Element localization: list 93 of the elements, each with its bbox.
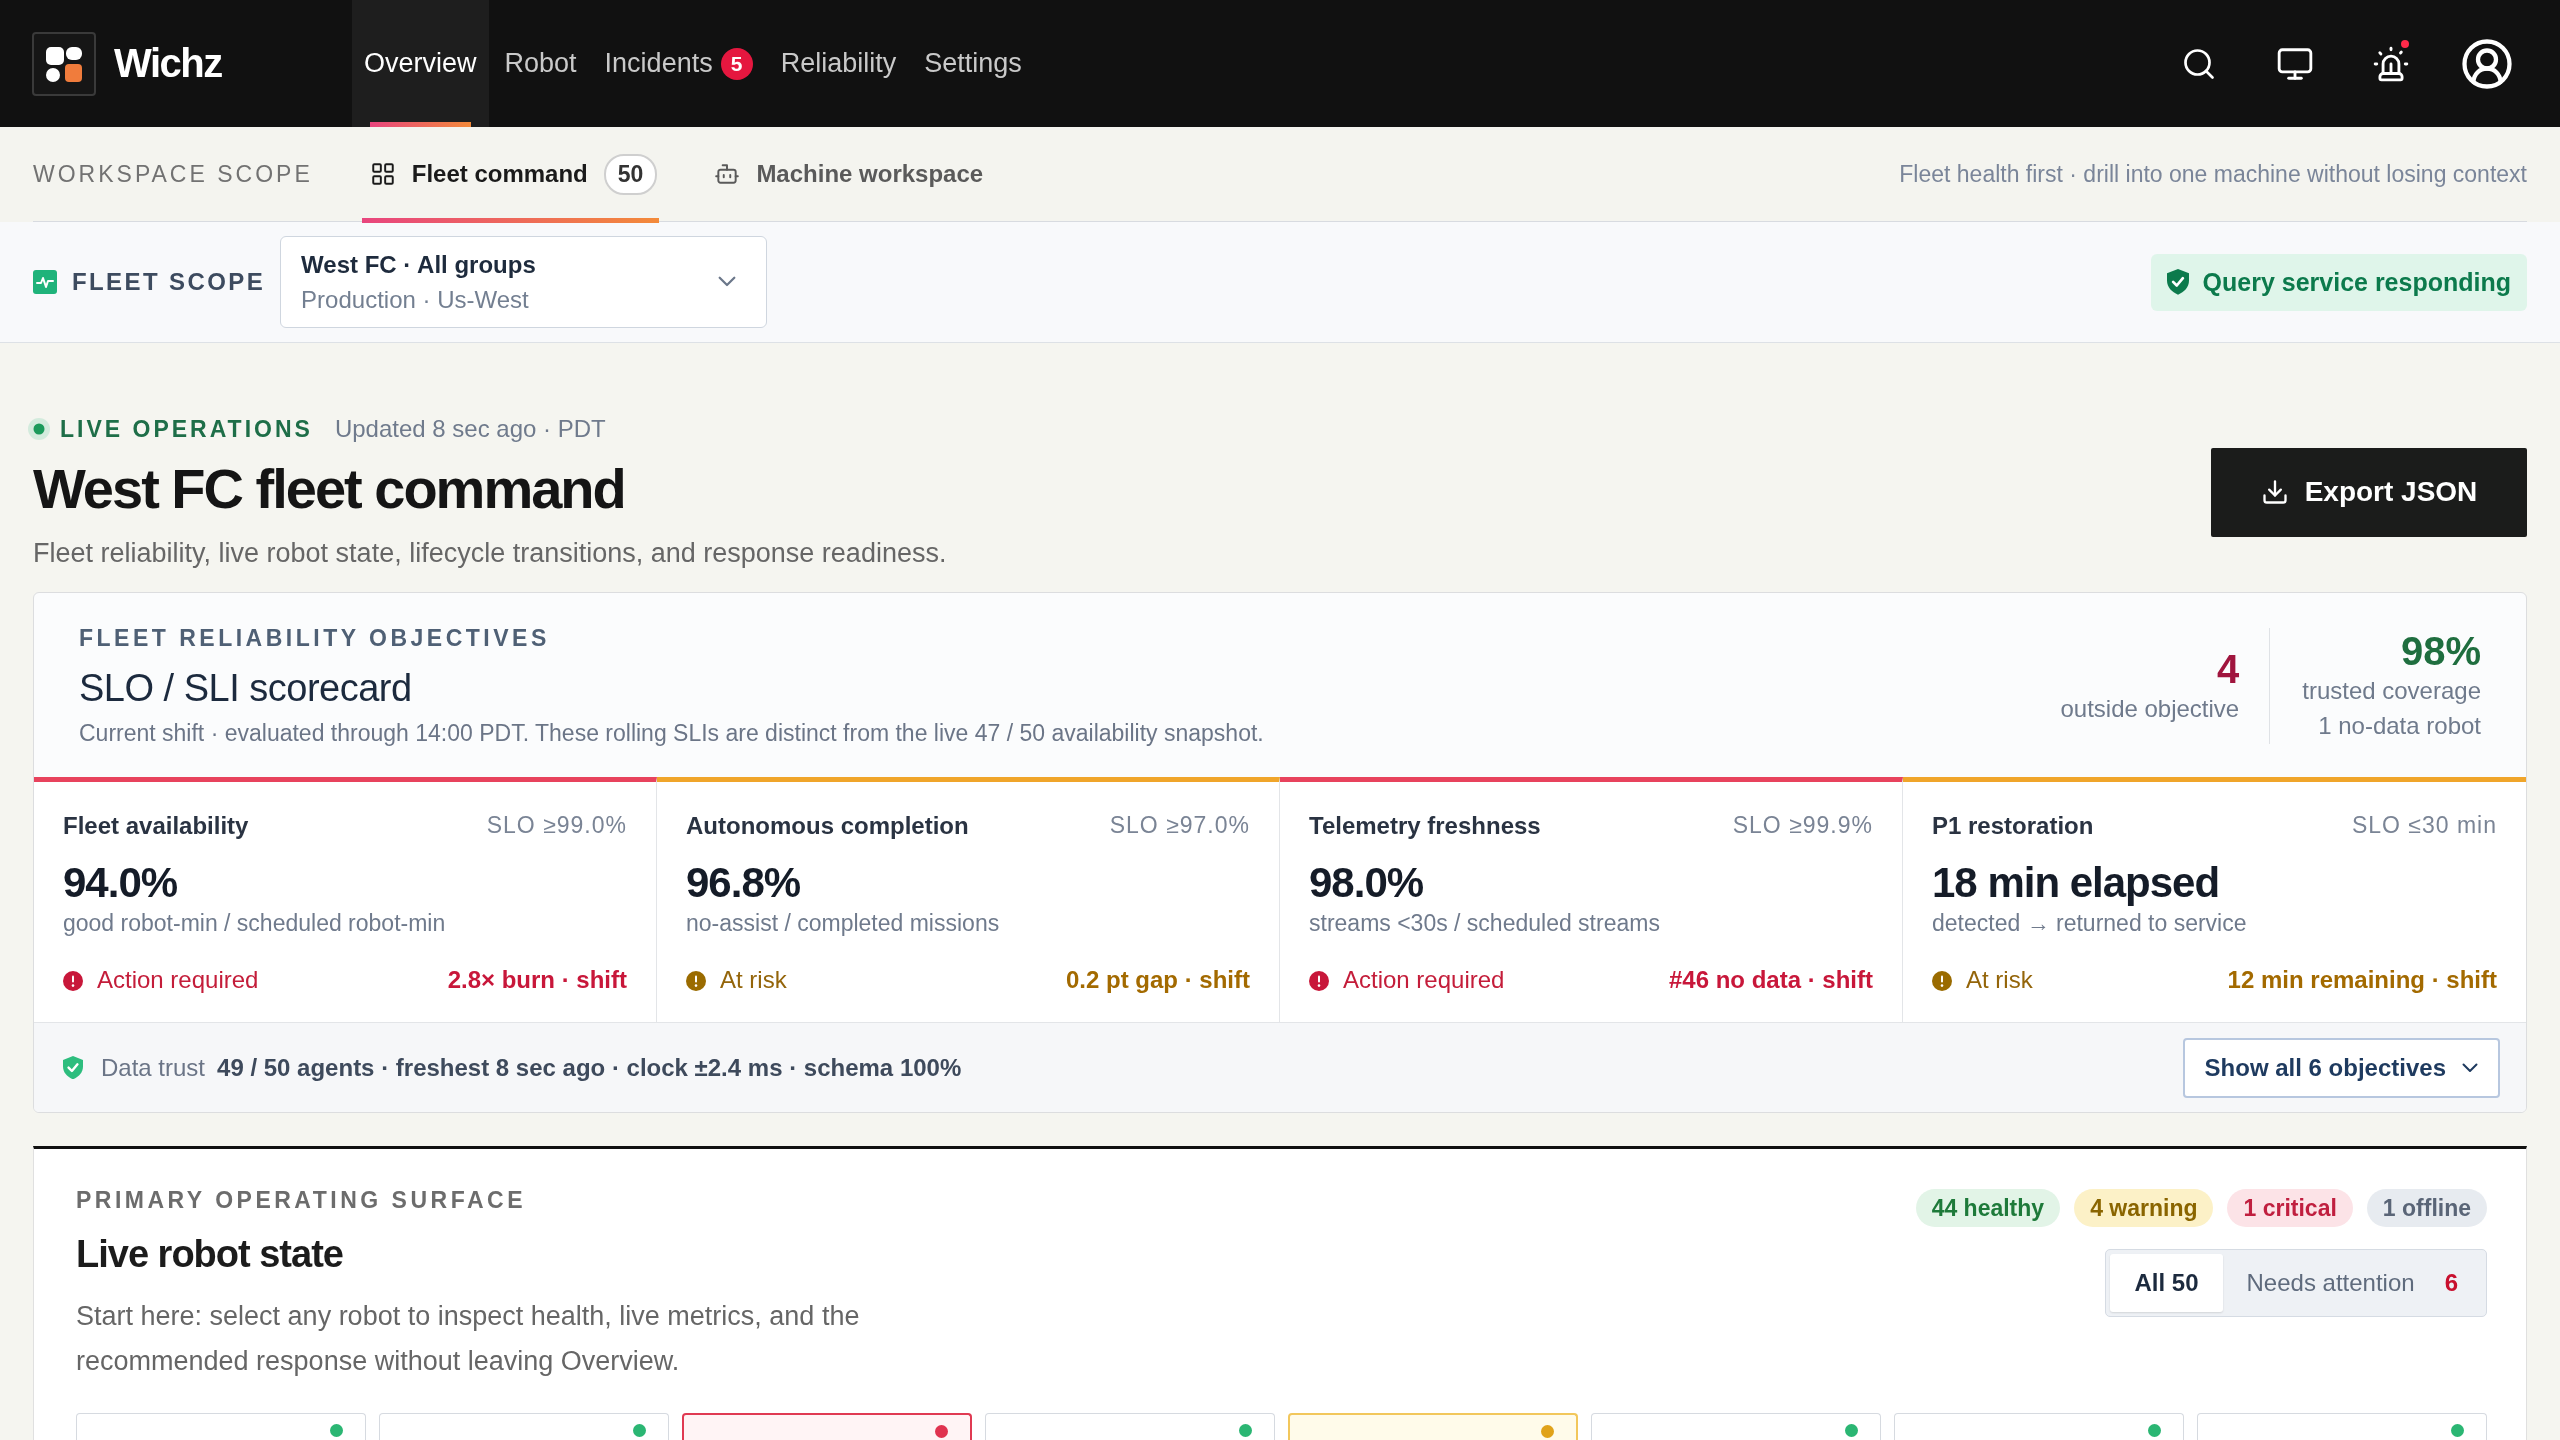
objective-value: 18 min elapsed bbox=[1932, 859, 2220, 908]
status-dot-icon bbox=[633, 1424, 646, 1438]
alert-icon bbox=[1309, 970, 1329, 991]
objective-definition: streams <30s / scheduled streams bbox=[1309, 909, 1660, 938]
fleet-scope-label: FLEET SCOPE bbox=[72, 268, 266, 296]
objective-detail: 2.8× burn · shift bbox=[447, 966, 627, 996]
objective-definition: no-assist / completed missions bbox=[686, 909, 1000, 938]
alert-icon bbox=[1932, 970, 1952, 991]
data-trust-details: 49 / 50 agents · freshest 8 sec ago · clock ±2.4 ms · schema 100% bbox=[217, 1053, 962, 1082]
status-dot-icon bbox=[330, 1424, 343, 1438]
download-icon bbox=[2260, 478, 2289, 507]
nav-tab[interactable]: Reliability bbox=[768, 0, 909, 127]
page-subtitle: Fleet reliability, live robot state, lifecycle transitions, and response readiness. bbox=[33, 537, 947, 570]
workspace-hint: Fleet health first · drill into one machine without losing context bbox=[1899, 160, 2527, 188]
shield-check-icon bbox=[63, 1055, 83, 1080]
objective-value: 94.0% bbox=[63, 859, 178, 908]
robot-icon bbox=[714, 161, 741, 187]
section-eyebrow: PRIMARY OPERATING SURFACE bbox=[76, 1187, 526, 1215]
status-dot-icon bbox=[935, 1425, 948, 1439]
nav-tab[interactable]: Overview bbox=[352, 0, 489, 127]
objective-status: At risk bbox=[1966, 966, 2033, 996]
scorecard-title: SLO / SLI scorecard bbox=[79, 666, 412, 712]
status-count-pill: 1 offline bbox=[2366, 1189, 2487, 1228]
objective-name: Telemetry freshness bbox=[1309, 811, 1541, 841]
status-dot-icon bbox=[1541, 1425, 1554, 1439]
objective-definition: good robot-min / scheduled robot-min bbox=[63, 909, 446, 938]
live-status-icon bbox=[28, 418, 50, 440]
alert-icon bbox=[63, 970, 83, 991]
live-state-description: Start here: select any robot to inspect health, live metrics, and the recommended response without leaving Overview. bbox=[76, 1300, 861, 1379]
objective-detail: 0.2 pt gap · shift bbox=[1066, 966, 1250, 996]
filter-tab[interactable]: All 50 bbox=[2110, 1254, 2223, 1313]
nav-tab[interactable]: Settings bbox=[912, 0, 1034, 127]
status-dot-icon bbox=[1239, 1424, 1252, 1438]
objective-target: SLO ≤30 min bbox=[2351, 812, 2497, 840]
show-all-objectives-button[interactable]: Show all 6 objectives bbox=[2182, 1037, 2500, 1098]
summary-label: trusted coverage bbox=[2302, 676, 2481, 707]
robot-card[interactable] bbox=[682, 1413, 972, 1440]
objective-name: Fleet availability bbox=[63, 811, 249, 841]
objective-detail: 12 min remaining · shift bbox=[2227, 966, 2497, 996]
objective-definition: detected → returned to service bbox=[1932, 909, 2247, 938]
alert-icon bbox=[686, 970, 706, 991]
objective-name: P1 restoration bbox=[1932, 811, 2094, 841]
workspace-tab[interactable]: Fleet command 50 bbox=[361, 127, 660, 221]
filter-tab[interactable]: Needs attention 6 bbox=[2222, 1254, 2482, 1313]
objective-status: Action required bbox=[97, 966, 259, 996]
data-trust-label: Data trust bbox=[101, 1053, 206, 1082]
live-state-title: Live robot state bbox=[76, 1232, 343, 1277]
status-dot-icon bbox=[2451, 1424, 2464, 1438]
status-dot-icon bbox=[1845, 1424, 1858, 1438]
select-value: West FC · All groups bbox=[301, 250, 536, 279]
fleet-scope-select[interactable]: West FC · All groups Production · Us-West bbox=[280, 236, 768, 328]
robot-count-badge: 50 bbox=[603, 153, 658, 195]
workspace-tab-label: Fleet command bbox=[411, 160, 588, 188]
objective-value: 96.8% bbox=[686, 859, 801, 908]
export-button[interactable]: Export JSON bbox=[2211, 447, 2527, 537]
objective-detail: #46 no data · shift bbox=[1668, 966, 1873, 996]
objective-target: SLO ≥97.0% bbox=[1109, 812, 1250, 840]
chevron-down-icon bbox=[718, 276, 737, 288]
page-title: West FC fleet command bbox=[33, 457, 625, 522]
chevron-down-icon bbox=[2462, 1062, 2478, 1073]
nav-tab[interactable]: Robot bbox=[492, 0, 589, 127]
logo-icon[interactable] bbox=[32, 31, 96, 96]
status-count-pill: 1 critical bbox=[2227, 1189, 2353, 1228]
brand-name: Wichz bbox=[114, 41, 222, 86]
grid-icon bbox=[369, 161, 396, 187]
scorecard-description: Current shift · evaluated through 14:00 PDT. These rolling SLIs are distinct from the live 47 / 50 availability snapshot. bbox=[79, 719, 1264, 748]
section-eyebrow: FLEET RELIABILITY OBJECTIVES bbox=[79, 624, 550, 653]
nav-tab[interactable]: Incidents 5 bbox=[592, 0, 765, 127]
live-label: LIVE OPERATIONS bbox=[60, 415, 313, 443]
siren-icon[interactable] bbox=[2372, 44, 2410, 83]
updated-time: Updated 8 sec ago · PDT bbox=[334, 415, 606, 443]
objective-target: SLO ≥99.9% bbox=[1732, 812, 1873, 840]
summary-label: outside objective bbox=[2060, 693, 2240, 724]
service-status-text: Query service responding bbox=[2202, 267, 2511, 297]
workspace-tab[interactable]: Machine workspace bbox=[706, 127, 986, 221]
workspace-tab-label: Machine workspace bbox=[756, 160, 984, 188]
summary-value: 4 bbox=[2216, 645, 2240, 692]
objective-value: 98.0% bbox=[1309, 859, 1424, 908]
select-detail: Production · Us-West bbox=[301, 285, 529, 314]
activity-icon bbox=[33, 270, 57, 294]
objective-name: Autonomous completion bbox=[686, 811, 969, 841]
shield-check-icon bbox=[2166, 269, 2189, 295]
status-count-pill: 4 warning bbox=[2074, 1189, 2214, 1228]
status-dot-icon bbox=[2148, 1424, 2161, 1438]
incident-count-badge: 5 bbox=[720, 47, 753, 80]
objective-status: Action required bbox=[1343, 966, 1505, 996]
objective-status: At risk bbox=[720, 966, 787, 996]
scope-label: WORKSPACE SCOPE bbox=[33, 160, 313, 188]
objective-target: SLO ≥99.0% bbox=[486, 812, 627, 840]
account-icon[interactable] bbox=[2460, 36, 2514, 91]
summary-note: 1 no-data robot bbox=[2318, 711, 2481, 742]
summary-value: 98% bbox=[2400, 628, 2481, 675]
status-count-pill: 44 healthy bbox=[1915, 1189, 2061, 1228]
